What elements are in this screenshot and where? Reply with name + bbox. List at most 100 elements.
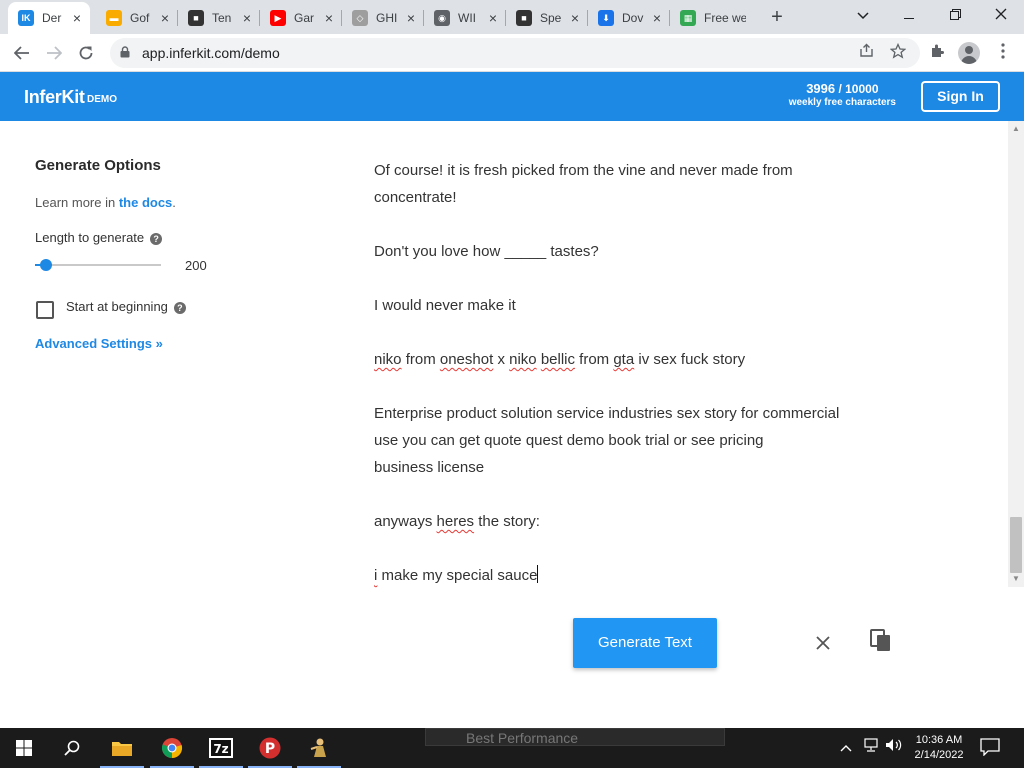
close-tab-icon[interactable]: × (404, 10, 418, 26)
tab-title: Spe (540, 11, 562, 25)
svg-text:7z: 7z (213, 742, 228, 756)
browser-tab[interactable]: ▶ Gar × (260, 4, 342, 32)
close-tab-icon[interactable]: × (322, 10, 336, 26)
editor-line: Enterprise product solution service indu… (374, 405, 840, 422)
sign-in-button[interactable]: Sign In (921, 81, 1000, 112)
generate-text-button[interactable]: Generate Text (573, 618, 717, 668)
bookmark-star-icon[interactable] (888, 42, 908, 63)
scroll-down-arrow-icon[interactable]: ▼ (1008, 573, 1024, 585)
tab-title: WII (458, 11, 476, 25)
extensions-icon[interactable] (926, 43, 948, 65)
browser-tab[interactable]: ⬇ Dov × (588, 4, 670, 32)
lock-icon (120, 46, 130, 58)
browser-tab[interactable]: IK Der × (8, 2, 90, 34)
profile-avatar[interactable] (958, 42, 980, 64)
p-app-icon[interactable]: P (246, 728, 294, 768)
forward-button[interactable] (40, 39, 68, 67)
chevron-up-icon[interactable] (838, 738, 854, 758)
7zip-icon[interactable]: 7z (197, 728, 245, 768)
tab-separator (423, 10, 424, 26)
prompt-editor[interactable]: Of course! it is fresh picked from the v… (374, 121, 884, 591)
chrome-icon[interactable] (148, 728, 196, 768)
tab-title: Der (42, 11, 62, 25)
length-slider[interactable] (35, 259, 161, 271)
close-icon (816, 636, 830, 650)
tab-separator (669, 10, 670, 26)
slider-thumb[interactable] (40, 259, 53, 271)
sheets-icon: ▦ (680, 10, 696, 26)
new-tab-button[interactable]: + (765, 5, 789, 29)
chars-remaining: 3996 (806, 81, 836, 96)
tab-separator (177, 10, 178, 26)
text-caret (537, 565, 539, 583)
arrow-left-icon (13, 46, 29, 60)
chars-total: / 10000 (838, 82, 879, 96)
editor-paragraph: Of course! it is fresh picked from the v… (374, 157, 884, 211)
editor-paragraph: I would never make it (374, 292, 884, 319)
restore-button[interactable] (932, 0, 978, 30)
clock-time: 10:36 AM (915, 734, 963, 746)
more-menu-icon[interactable] (992, 43, 1014, 65)
file-explorer-icon[interactable] (98, 728, 146, 768)
reload-button[interactable] (72, 39, 100, 67)
tab-strip: IK Der × ▬ Gof × ■ Ten × ▶ Gar × ◇ GHI × ◉ WII × ■ Spe × ⬇ Dov… (0, 0, 1024, 34)
browser-tab[interactable]: ◉ WII × (424, 4, 506, 32)
close-window-button[interactable] (978, 0, 1024, 30)
scroll-up-arrow-icon[interactable]: ▲ (1008, 123, 1024, 135)
browser-tab[interactable]: ◇ GHI × (342, 4, 424, 32)
editor-line: Don't you love how _____ tastes? (374, 243, 599, 260)
close-tab-icon[interactable]: × (650, 10, 664, 26)
app-header: InferKit DEMO 3996 / 10000 weekly free c… (0, 72, 1024, 121)
slider-track (35, 264, 161, 266)
tab-title: GHI (376, 11, 398, 25)
tab-separator (587, 10, 588, 26)
close-tab-icon[interactable]: × (568, 10, 582, 26)
page-scrollbar[interactable]: ▲ ▼ (1008, 121, 1024, 587)
close-tab-icon[interactable]: × (486, 10, 500, 26)
volume-icon[interactable] (884, 738, 904, 758)
editor-paragraph: Don't you love how _____ tastes? (374, 238, 884, 265)
editor-paragraph: i make my special sauce (374, 562, 884, 589)
close-tab-icon[interactable]: × (70, 10, 84, 26)
address-bar[interactable]: app.inferkit.com/demo (110, 38, 920, 68)
notifications-icon[interactable] (980, 738, 1002, 758)
start-button[interactable] (0, 728, 48, 768)
diamond-icon: ◇ (352, 10, 368, 26)
editor-line: use you can get quote quest demo book tr… (374, 432, 764, 449)
browser-tab[interactable]: ■ Spe × (506, 4, 588, 32)
close-tab-icon[interactable]: × (158, 10, 172, 26)
tab-title: Free we (704, 11, 746, 25)
advanced-settings-link[interactable]: Advanced Settings » (35, 336, 163, 351)
tab-title: Gof (130, 11, 150, 25)
help-icon[interactable]: ? (150, 232, 163, 245)
system-clock[interactable]: 10:36 AM 2/14/2022 (905, 733, 973, 763)
figure-icon[interactable] (295, 728, 343, 768)
help-icon[interactable]: ? (173, 301, 186, 314)
network-icon[interactable] (860, 738, 882, 758)
browser-toolbar: app.inferkit.com/demo (0, 34, 1024, 72)
back-button[interactable] (8, 39, 36, 67)
windows-taskbar: Best Performance 7z P 10:36 AM 2/14/2022 (0, 728, 1024, 768)
reload-icon (79, 46, 93, 60)
share-icon[interactable] (856, 43, 876, 63)
windows-logo-icon (16, 740, 32, 756)
inferkit-logo[interactable]: InferKit (24, 87, 85, 108)
clear-button[interactable] (811, 631, 835, 655)
search-button[interactable] (48, 728, 96, 768)
copy-button[interactable] (870, 629, 896, 657)
svg-text:P: P (265, 741, 275, 757)
youtube-icon: ▶ (270, 10, 286, 26)
tab-separator (505, 10, 506, 26)
tab-search-button[interactable] (840, 0, 886, 30)
editor-line: anyways heres the story: (374, 513, 540, 530)
docs-link[interactable]: the docs (119, 195, 172, 210)
browser-tab[interactable]: ▦ Free we (670, 4, 752, 32)
close-tab-icon[interactable]: × (240, 10, 254, 26)
tab-separator (259, 10, 260, 26)
background-window-text: Best Performance (425, 728, 725, 746)
browser-tab[interactable]: ■ Ten × (178, 4, 260, 32)
minimize-button[interactable] (886, 0, 932, 30)
scrollbar-thumb[interactable] (1010, 517, 1022, 573)
start-at-beginning-checkbox[interactable] (36, 301, 54, 319)
browser-tab[interactable]: ▬ Gof × (96, 4, 178, 32)
